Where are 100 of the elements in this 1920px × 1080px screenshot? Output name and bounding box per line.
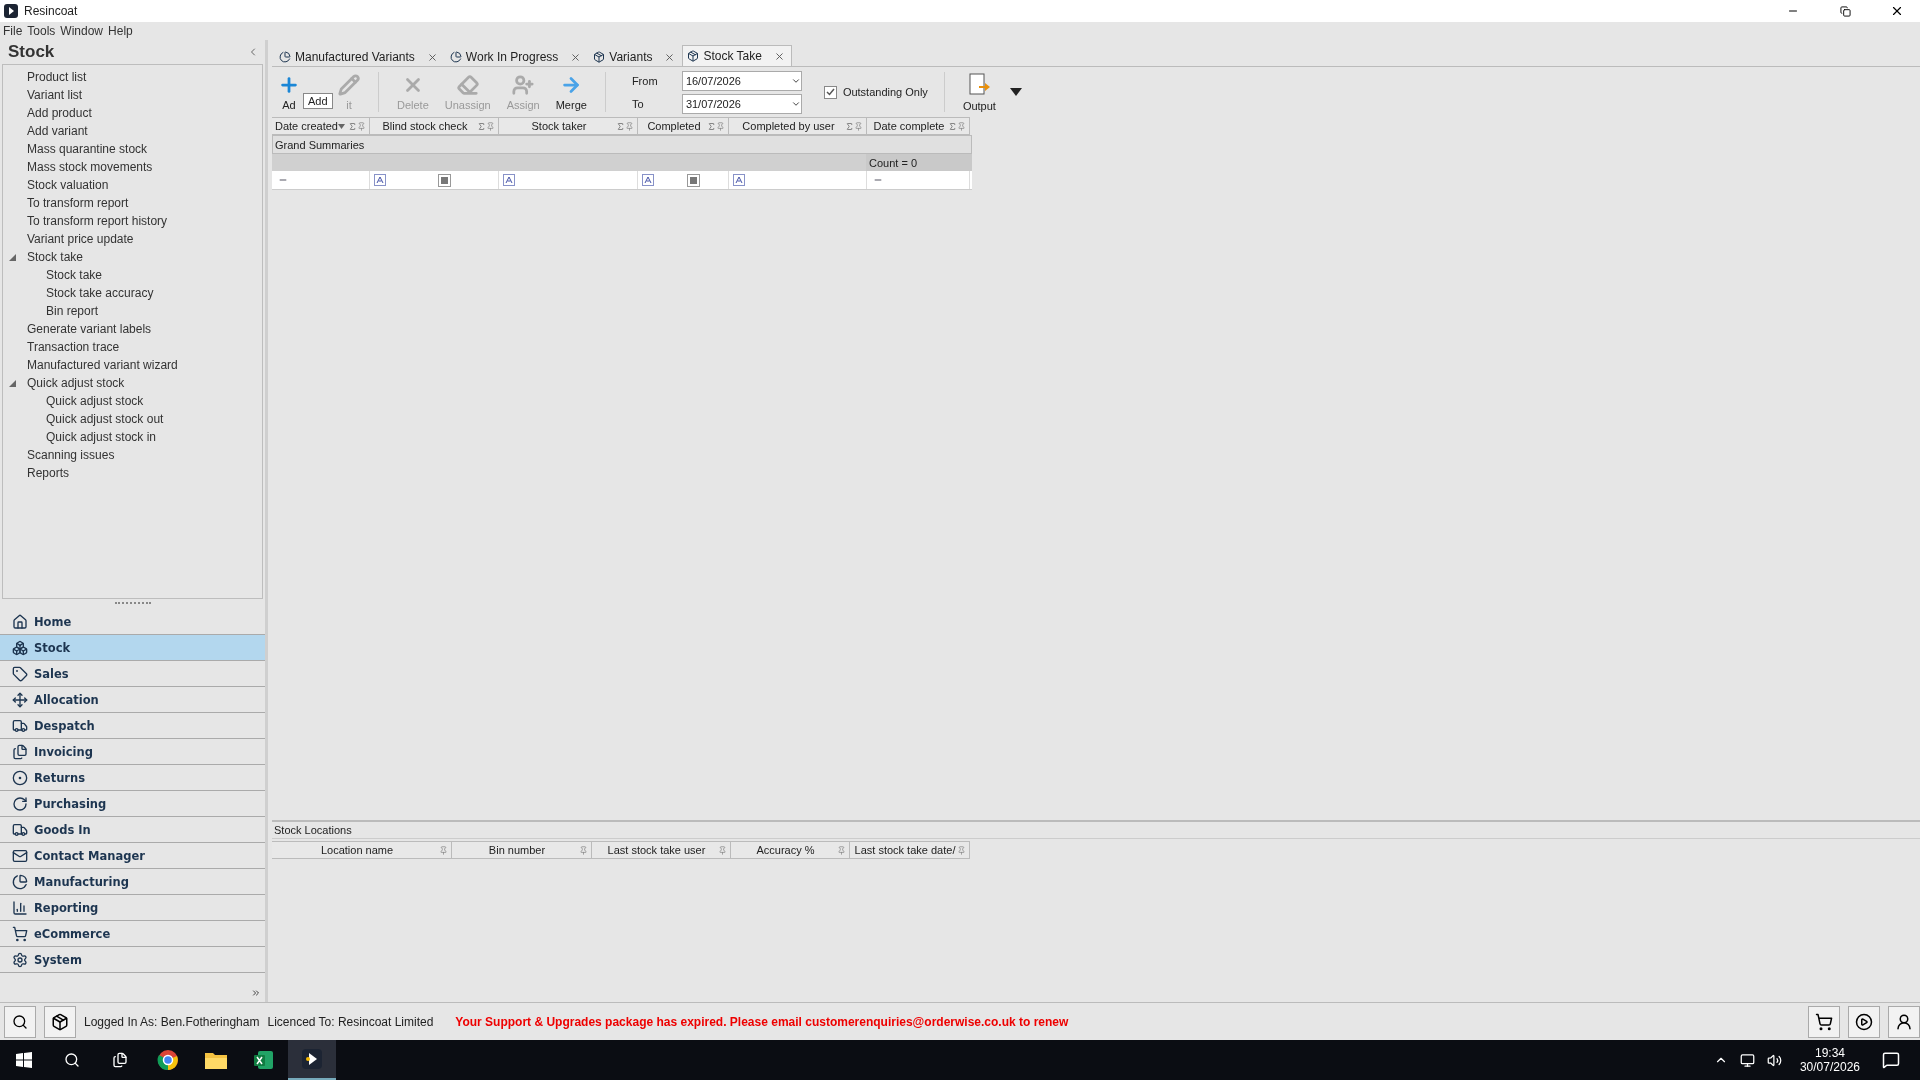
sum-icon[interactable] <box>845 121 854 131</box>
checkbox[interactable] <box>823 85 837 99</box>
windows-logo-icon <box>16 1052 32 1068</box>
more-icon[interactable] <box>251 988 261 998</box>
pie-chart-icon <box>279 51 291 63</box>
tree-item[interactable]: Generate variant labels <box>27 322 152 336</box>
tree-item[interactable]: To transform report <box>27 196 129 210</box>
column-header[interactable]: Blind stock check <box>370 117 499 135</box>
play-button[interactable] <box>1848 1005 1880 1038</box>
filter-operator-icon[interactable] <box>642 174 654 186</box>
column-header[interactable]: Last stock take user <box>592 841 731 859</box>
pie-chart-icon <box>12 873 28 890</box>
close-icon[interactable] <box>773 50 785 62</box>
notification-icon[interactable] <box>1882 1051 1900 1069</box>
menu-item[interactable]: File <box>3 24 23 38</box>
person-icon <box>1895 1012 1913 1031</box>
boxes-icon <box>593 51 606 63</box>
column-header[interactable]: Location name <box>272 841 452 859</box>
arrows-icon <box>12 691 28 708</box>
tree-item[interactable]: Stock take <box>27 250 84 264</box>
volume-icon[interactable] <box>1766 1052 1782 1068</box>
column-header[interactable]: Completed <box>638 117 729 135</box>
tree-item[interactable]: Stock take <box>46 268 103 282</box>
app-button[interactable] <box>288 1040 336 1080</box>
tree-item[interactable]: Mass quarantine stock <box>27 142 148 156</box>
checkbox-label: Outstanding Only <box>842 86 928 98</box>
tree-item[interactable]: Stock take accuracy <box>46 286 154 300</box>
export-document-icon <box>968 72 991 97</box>
licence-text: Licenced To: Resincoat Limited <box>267 1014 434 1029</box>
column-header[interactable]: Date complete <box>867 117 970 135</box>
column-header[interactable]: Accuracy % <box>731 841 850 859</box>
tree-item[interactable]: Scanning issues <box>27 448 115 462</box>
search-button[interactable] <box>4 1005 36 1038</box>
filter-operator-icon[interactable] <box>733 174 745 186</box>
output-button[interactable]: Output <box>960 72 998 112</box>
column-header[interactable]: Last stock take date/ <box>850 841 970 859</box>
tree-item[interactable]: Bin report <box>46 304 99 318</box>
network-icon[interactable] <box>1739 1052 1755 1068</box>
toolbar-button[interactable]: Ad <box>276 73 302 111</box>
sum-icon[interactable] <box>707 121 716 131</box>
close-icon[interactable] <box>664 51 676 63</box>
sort-arrow-icon[interactable] <box>338 123 345 129</box>
expanded-triangle-icon[interactable] <box>9 253 16 261</box>
tree-item[interactable]: Variant list <box>27 88 83 102</box>
column-header[interactable]: Stock taker <box>499 117 638 135</box>
settings-icon <box>12 951 28 968</box>
sum-icon[interactable] <box>477 121 486 131</box>
tree-item[interactable]: Stock valuation <box>27 178 109 192</box>
tree-item[interactable]: To transform report history <box>27 214 168 228</box>
column-header[interactable]: Date created <box>272 117 370 135</box>
menu-item[interactable]: Tools <box>27 24 56 38</box>
tree-item[interactable]: Add product <box>27 106 92 120</box>
sum-icon[interactable] <box>616 121 625 131</box>
group-title: Grand Summaries <box>275 138 365 151</box>
tooltip: Add <box>303 93 333 109</box>
filter-operator-icon[interactable] <box>503 174 515 186</box>
house-icon <box>12 613 28 630</box>
date-field[interactable]: 31/07/2026 <box>681 93 802 114</box>
browser-logo-icon <box>157 1049 179 1071</box>
tree-item[interactable]: Quick adjust stock <box>27 376 125 390</box>
tree-item[interactable]: Manufactured variant wizard <box>27 358 178 372</box>
menu-item[interactable]: Window <box>60 24 104 38</box>
app-logo-icon <box>4 4 18 18</box>
column-header[interactable]: Bin number <box>452 841 592 859</box>
info-button[interactable] <box>44 1005 76 1038</box>
splitter-grip[interactable] <box>114 602 151 606</box>
close-icon[interactable] <box>570 51 582 63</box>
sum-icon[interactable] <box>348 121 357 131</box>
tree-item[interactable]: Variant price update <box>27 232 134 246</box>
toolbar-button[interactable]: Merge <box>553 73 589 111</box>
column-header[interactable]: Completed by user <box>729 117 867 135</box>
cart-button[interactable] <box>1808 1005 1840 1038</box>
checkbox-filter[interactable] <box>437 173 451 187</box>
tree-item[interactable]: Product list <box>27 70 87 84</box>
close-icon[interactable] <box>426 51 438 63</box>
tag-icon <box>12 665 28 682</box>
checkbox-filter[interactable] <box>686 173 700 187</box>
menu-item[interactable]: Help <box>108 24 133 38</box>
box-icon <box>51 1012 69 1031</box>
expanded-triangle-icon[interactable] <box>9 379 16 387</box>
summary-cell: Count = 0 <box>866 154 972 171</box>
module-button[interactable]: Stock <box>0 635 265 661</box>
tree-item[interactable]: Quick adjust stock out <box>46 412 164 426</box>
date-field[interactable]: 16/07/2026 <box>681 70 802 91</box>
sum-icon[interactable] <box>948 121 957 131</box>
task-view-icon <box>112 1052 128 1068</box>
tree-item[interactable]: Reports <box>27 466 70 480</box>
filter-operator-icon[interactable] <box>374 174 386 186</box>
sidebar-title: Stock <box>8 42 55 62</box>
logged-in-text: Logged In As: Ben.Fotheringham <box>84 1014 260 1029</box>
document-tab[interactable]: Stock Take <box>682 45 792 66</box>
tree-item[interactable]: Quick adjust stock in <box>46 430 157 444</box>
support-button[interactable] <box>1888 1005 1920 1038</box>
tree-item[interactable]: Transaction trace <box>27 340 120 354</box>
tree-item[interactable]: Mass stock movements <box>27 160 153 174</box>
tree-item[interactable]: Add variant <box>27 124 88 138</box>
tree-item[interactable]: Quick adjust stock <box>46 394 144 408</box>
clock[interactable]: 19:34 30/07/2026 <box>1799 1046 1860 1074</box>
circle-icon <box>12 769 28 786</box>
dropdown-arrow-icon[interactable] <box>1009 88 1022 96</box>
